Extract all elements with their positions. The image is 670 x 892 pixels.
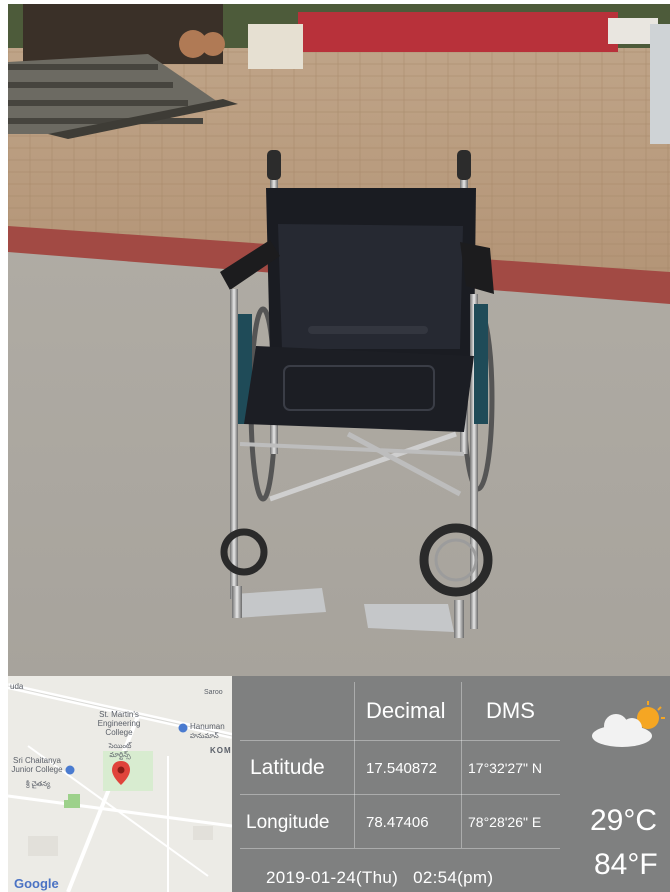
map-label-junior: Sri Chaitanya Junior College (11, 756, 63, 774)
longitude-label: Longitude (246, 812, 330, 833)
map-label-kom: KOM (210, 746, 232, 755)
latitude-dms: 17°32'27" N (468, 760, 542, 776)
geotag-panel: uda Saroo St. Martin's Engineering Colle… (8, 676, 670, 892)
longitude-dms: 78°28'26" E (468, 814, 542, 830)
coordinates-panel: Decimal DMS Latitude 17.540872 17°32'27"… (232, 676, 670, 892)
temperature-celsius: 29°C (590, 804, 658, 837)
poi-icon (178, 723, 188, 733)
google-logo: Google (14, 876, 59, 891)
temperature-fahrenheit: 84°F (594, 848, 658, 881)
map-label-hanuman-te: హనుమాన్ (190, 733, 219, 740)
timestamp: 2019-01-24(Thu) 02:54(pm) (266, 868, 494, 887)
photo-frame: uda Saroo St. Martin's Engineering Colle… (0, 0, 670, 892)
location-map[interactable]: uda Saroo St. Martin's Engineering Colle… (8, 676, 232, 892)
wheelchair-photo (8, 4, 670, 676)
location-pin-icon (112, 761, 130, 785)
header-decimal: Decimal (366, 698, 446, 723)
grid-line (240, 740, 560, 741)
map-label-junior-te: శ్రీ చైతన్య (25, 781, 51, 788)
partly-cloudy-icon (592, 701, 665, 747)
latitude-label: Latitude (250, 756, 325, 779)
map-label-college: St. Martin's Engineering College (97, 710, 141, 737)
grid-line (240, 794, 560, 795)
grid-line (354, 682, 355, 848)
header-dms: DMS (486, 698, 535, 723)
poi-icon (65, 765, 75, 775)
grid-line (461, 682, 462, 848)
map-label-hanuman: Hanuman (190, 722, 225, 731)
map-label-uda: uda (10, 682, 24, 691)
latitude-decimal: 17.540872 (366, 760, 437, 777)
map-label-college-te: సెయింట్ మార్టిన్స్ (108, 743, 132, 759)
longitude-decimal: 78.47406 (366, 814, 429, 831)
grid-line (240, 848, 560, 849)
map-label-saroo: Saroo (204, 689, 223, 696)
